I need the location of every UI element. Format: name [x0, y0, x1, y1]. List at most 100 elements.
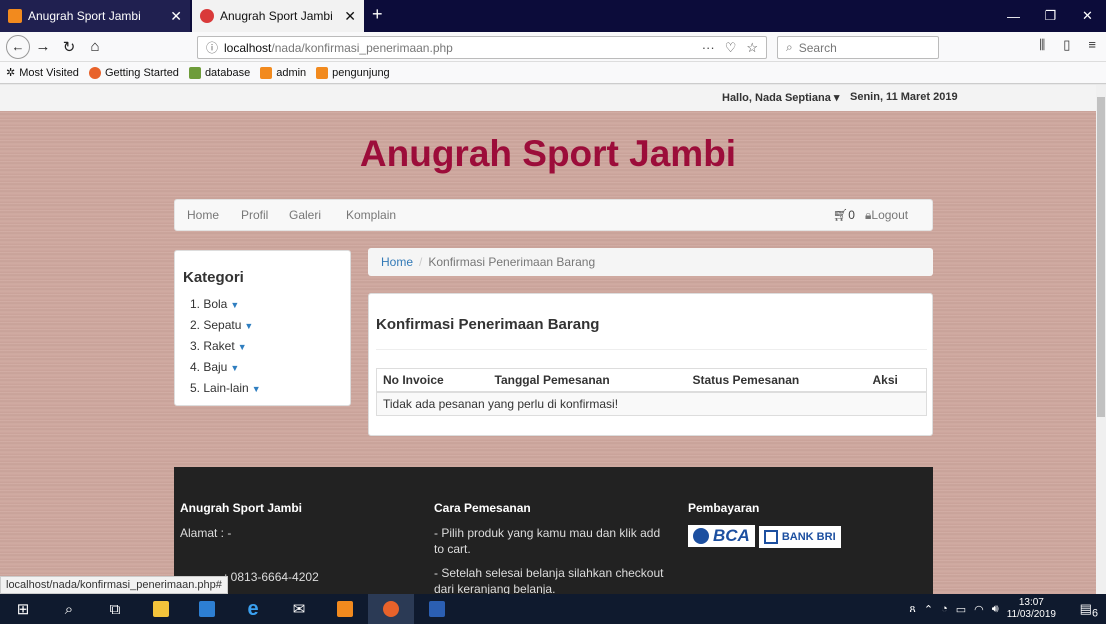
bca-logo: BCA: [688, 525, 755, 547]
browser-tab[interactable]: Anugrah Sport Jambi ✕: [0, 0, 190, 32]
gear-icon: ✲: [6, 67, 16, 79]
firefox-icon[interactable]: [368, 594, 414, 624]
search-placeholder: Search: [798, 40, 837, 55]
page-scrollbar[interactable]: [1096, 85, 1106, 595]
bookmark-admin[interactable]: admin: [260, 66, 306, 79]
menu-profil[interactable]: Profil: [241, 208, 268, 222]
sidebar-icon[interactable]: ▯: [1063, 37, 1070, 53]
restore-icon[interactable]: ❐: [1032, 0, 1069, 32]
category-sidebar: Kategori 1. Bola ▼ 2. Sepatu ▼ 3. Raket ▼ 4…: [174, 250, 351, 406]
back-arrow-icon[interactable]: ←: [6, 34, 30, 59]
caret-down-icon: ▼: [237, 342, 247, 352]
search-icon: ⌕: [786, 40, 793, 54]
search-input[interactable]: ⌕ Search: [777, 36, 939, 59]
column-header: Tanggal Pemesanan: [488, 368, 687, 393]
forward-arrow-icon[interactable]: →: [30, 34, 56, 60]
minimize-icon[interactable]: —: [995, 0, 1032, 32]
network-icon[interactable]: ◔: [941, 603, 948, 615]
battery-icon[interactable]: ▭: [956, 603, 966, 616]
caret-down-icon: ▼: [230, 363, 240, 373]
bookmark-star-icon[interactable]: ☆: [746, 40, 758, 56]
bookmark-pengunjung[interactable]: pengunjung: [316, 66, 390, 79]
caret-down-icon: ▾: [833, 92, 840, 104]
category-item[interactable]: 2. Sepatu ▼: [190, 318, 261, 339]
bookmarks-bar: ✲ Most Visited Getting Started database a…: [0, 62, 1106, 84]
breadcrumb: Home / Konfirmasi Penerimaan Barang: [368, 248, 933, 276]
confirmation-panel: Konfirmasi Penerimaan Barang No Invoice …: [368, 293, 933, 436]
bri-logo: BANK BRI: [758, 526, 841, 548]
footer-step: - Pilih produk yang kamu mau dan klik ad…: [434, 526, 661, 556]
empty-message: Tidak ada pesanan yang perlu di konfirma…: [376, 392, 927, 416]
footer-heading: Anugrah Sport Jambi: [180, 501, 303, 515]
footer-step: - Setelah selesai belanja silahkan check…: [434, 566, 664, 595]
current-date: Senin, 11 Maret 2019: [850, 91, 958, 103]
breadcrumb-separator: /: [419, 255, 423, 269]
status-link-tooltip: localhost/nada/konfirmasi_penerimaan.php…: [0, 576, 228, 594]
caret-down-icon: ▼: [251, 384, 261, 394]
browser-tab-active[interactable]: Anugrah Sport Jambi ✕: [192, 0, 364, 32]
bca-icon: [693, 528, 709, 544]
close-window-icon[interactable]: ✕: [1069, 0, 1106, 32]
footer-heading: Cara Pemesanan: [434, 501, 531, 515]
info-icon[interactable]: ⓘ: [206, 39, 218, 56]
file-explorer-icon[interactable]: [138, 594, 184, 624]
menu-home[interactable]: Home: [187, 208, 219, 222]
main-menu: Home Profil Galeri Komplain 🛒︎0 🔒︎Logout: [174, 199, 933, 231]
wifi-icon[interactable]: ◠: [974, 603, 984, 616]
new-tab-button[interactable]: +: [372, 4, 383, 25]
category-item[interactable]: 4. Baju ▼: [190, 360, 261, 381]
user-greeting[interactable]: Hallo, Nada Septiana ▾: [722, 91, 839, 104]
home-icon[interactable]: ⌂: [82, 34, 108, 60]
tray-expand-icon[interactable]: ⌃: [924, 603, 933, 616]
store-icon[interactable]: [184, 594, 230, 624]
task-view-icon[interactable]: ⧉: [92, 594, 138, 624]
bookmark-database[interactable]: database: [188, 66, 250, 79]
reload-icon[interactable]: ↻: [56, 34, 82, 60]
bookmark-getting-started[interactable]: Getting Started: [88, 66, 179, 79]
sidebar-title: Kategori: [183, 269, 244, 286]
pocket-icon[interactable]: ♡: [725, 40, 737, 56]
xampp-icon[interactable]: [322, 594, 368, 624]
cart-button[interactable]: 🛒︎0: [833, 208, 855, 222]
url-host: localhost: [224, 40, 272, 55]
xampp-icon: [316, 66, 329, 79]
clock[interactable]: 13:07 11/03/2019: [1007, 597, 1056, 621]
column-header: No Invoice: [376, 368, 489, 393]
column-header: Aksi: [866, 368, 927, 393]
close-tab-icon[interactable]: ✕: [170, 8, 182, 25]
word-icon[interactable]: [414, 594, 460, 624]
firefox-icon: [88, 66, 101, 79]
table-header: No Invoice Tanggal Pemesanan Status Peme…: [376, 368, 927, 393]
xampp-icon: [260, 66, 273, 79]
people-icon[interactable]: ጸ: [909, 603, 915, 616]
cart-icon: 🛒︎: [833, 208, 849, 222]
close-tab-icon[interactable]: ✕: [344, 8, 356, 25]
more-icon[interactable]: ···: [702, 40, 715, 56]
bri-icon: [763, 530, 778, 544]
menu-galeri[interactable]: Galeri: [289, 208, 321, 222]
library-icon[interactable]: ⫼: [1039, 37, 1045, 53]
browser-tab-bar: Anugrah Sport Jambi ✕ Anugrah Sport Jamb…: [0, 0, 1106, 32]
mail-icon[interactable]: ✉: [276, 594, 322, 624]
menu-icon[interactable]: ≡: [1088, 37, 1096, 53]
column-header: Status Pemesanan: [686, 368, 867, 393]
url-bar[interactable]: ⓘ localhost/nada/konfirmasi_penerimaan.p…: [197, 36, 767, 59]
category-item[interactable]: 3. Raket ▼: [190, 339, 261, 360]
breadcrumb-home[interactable]: Home: [381, 255, 413, 269]
panel-title: Konfirmasi Penerimaan Barang: [376, 316, 600, 333]
tab-title: Anugrah Sport Jambi: [28, 9, 141, 23]
scrollbar-thumb[interactable]: [1097, 97, 1105, 417]
search-icon[interactable]: ⌕: [46, 594, 92, 624]
notification-center-icon[interactable]: ▤6: [1080, 601, 1098, 620]
category-item[interactable]: 1. Bola ▼: [190, 297, 261, 318]
category-item[interactable]: 5. Lain-lain ▼: [190, 381, 261, 402]
volume-icon[interactable]: 🔊︎: [992, 603, 999, 616]
windows-start-icon[interactable]: ⊞: [0, 594, 46, 624]
footer-payment: Pembayaran BCA BANK BRI: [688, 501, 908, 548]
edge-icon[interactable]: e: [230, 594, 276, 624]
logout-button[interactable]: 🔒︎Logout: [865, 208, 908, 223]
caret-down-icon: ▼: [244, 321, 254, 331]
menu-komplain[interactable]: Komplain: [346, 208, 396, 222]
site-title: Anugrah Sport Jambi: [359, 133, 737, 174]
bookmark-most-visited[interactable]: ✲ Most Visited: [6, 66, 79, 80]
